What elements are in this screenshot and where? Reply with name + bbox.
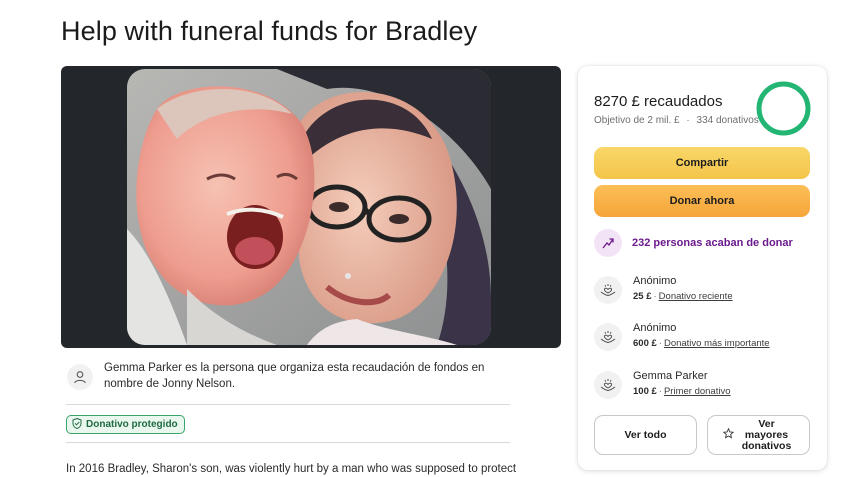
see-top-donations-button[interactable]: Ver mayores donativos: [707, 415, 810, 455]
donor-amount: 600 £: [633, 338, 657, 349]
see-top-donations-label: Ver mayores donativos: [741, 417, 792, 452]
person-icon: [67, 364, 93, 390]
recent-donors-notice: 232 personas acaban de donar: [594, 229, 793, 257]
donation-card: 8270 £ recaudados Objetivo de 2 mil. £ ·…: [578, 66, 827, 470]
campaign-photo: [127, 69, 491, 345]
donor-tag-link[interactable]: Donativo reciente: [659, 291, 733, 302]
amount-raised: 8270 £ recaudados: [594, 93, 723, 110]
donors-count: 334 donativos: [696, 115, 759, 126]
protected-donation-badge[interactable]: Donativo protegido: [66, 415, 185, 434]
see-all-button[interactable]: Ver todo: [594, 415, 697, 455]
donate-now-button[interactable]: Donar ahora: [594, 185, 810, 217]
organizer-text: Gemma Parker es la persona que organiza …: [104, 362, 485, 390]
organizer-info: Gemma Parker es la persona que organiza …: [66, 360, 510, 405]
protected-badge-label: Donativo protegido: [86, 419, 178, 430]
donor-meta: 600 £ · Donativo más importante: [633, 338, 770, 349]
separator: ·: [658, 338, 662, 349]
donor-item: Anónimo 600 £ · Donativo más importante: [594, 322, 814, 359]
donor-name: Anónimo: [633, 322, 677, 334]
donor-item: Gemma Parker 100 £ · Primer donativo: [594, 370, 814, 407]
separator: ·: [653, 291, 657, 302]
star-icon: [722, 427, 734, 442]
donor-tag-link[interactable]: Donativo más importante: [664, 338, 770, 349]
heart-hands-icon: [594, 276, 622, 304]
donor-meta: 100 £ · Primer donativo: [633, 386, 730, 397]
progress-ring: [756, 81, 811, 136]
separator: ·: [686, 115, 690, 126]
donor-name: Gemma Parker: [633, 370, 708, 382]
donor-amount: 100 £: [633, 386, 657, 397]
heart-hands-icon: [594, 371, 622, 399]
donor-meta: 25 £ · Donativo reciente: [633, 291, 733, 302]
campaign-hero-image[interactable]: [61, 66, 561, 348]
separator: ·: [658, 386, 662, 397]
donor-tag-link[interactable]: Primer donativo: [664, 386, 731, 397]
goal-summary: Objetivo de 2 mil. £ · 334 donativos: [594, 115, 759, 126]
goal-text: Objetivo de 2 mil. £: [594, 115, 680, 126]
heart-hands-icon: [594, 323, 622, 351]
divider: [66, 442, 510, 443]
shield-check-icon: [72, 417, 82, 432]
recent-donors-label: 232 personas acaban de donar: [632, 237, 793, 249]
donor-item: Anónimo 25 £ · Donativo reciente: [594, 275, 814, 312]
donor-name: Anónimo: [633, 275, 677, 287]
share-button[interactable]: Compartir: [594, 147, 810, 179]
page-title: Help with funeral funds for Bradley: [61, 16, 478, 46]
trending-up-icon: [594, 229, 622, 257]
donor-amount: 25 £: [633, 291, 652, 302]
